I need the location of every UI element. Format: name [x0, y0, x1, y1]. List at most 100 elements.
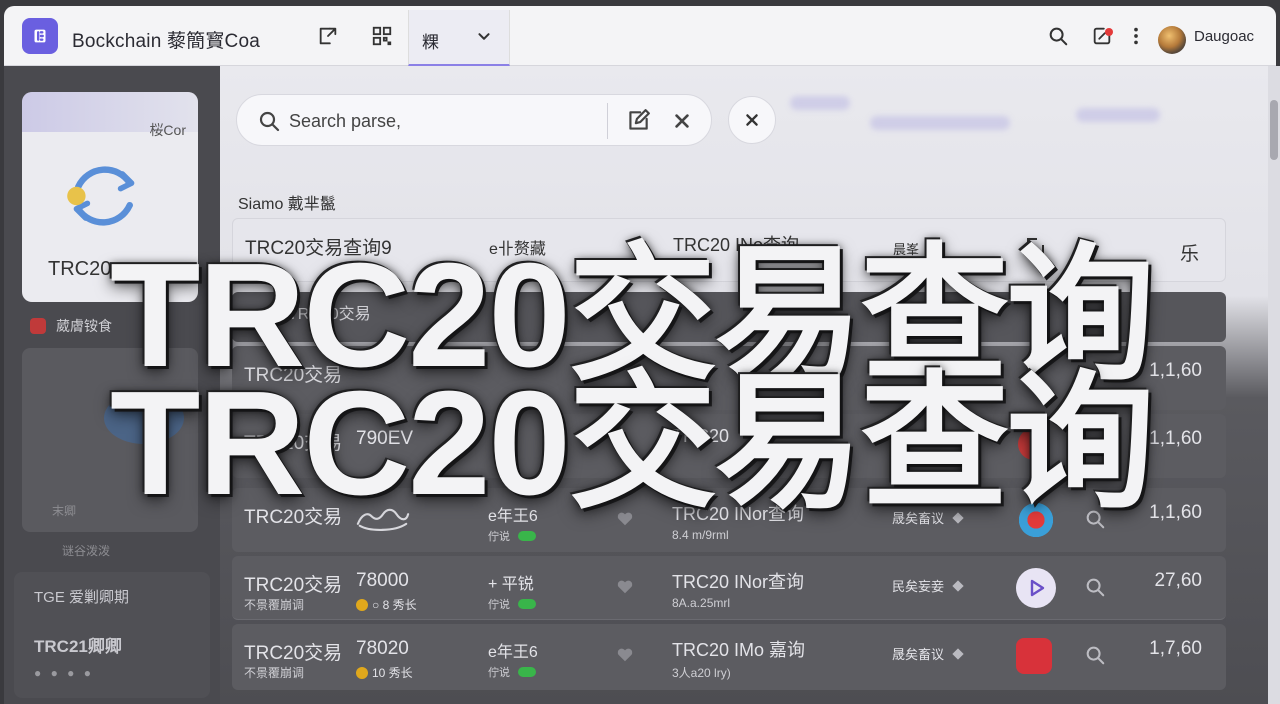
app-icon[interactable]: [1016, 500, 1056, 540]
row-label-text: 晟矣畜议: [892, 511, 945, 526]
app-icon[interactable]: [1016, 638, 1052, 674]
row-type: TRC20 INor查询: [672, 504, 805, 524]
row-hash: 8.4 m/9rml: [672, 528, 729, 542]
table-row[interactable]: TRC20交易查询9 e卝赘藏 TRC20 INo查询 晨峯 乐: [232, 218, 1226, 282]
bottom-card-subtitle: TRC21卿卿: [34, 637, 122, 656]
row-status: 佇说: [488, 528, 536, 544]
section-label: 葳膚铵食: [56, 318, 112, 334]
row-label: 晨峯: [893, 239, 919, 258]
clear-icon[interactable]: [669, 108, 695, 134]
coin-icon: [356, 598, 368, 611]
row-name: TRC20交易查询9: [245, 238, 392, 259]
row-fee: 10 秀长: [356, 664, 413, 681]
status-pill: [518, 667, 536, 677]
row-name: TRC20交易: [244, 575, 343, 596]
row-direction: + 平锐: [488, 576, 534, 593]
row-label-text: 民矣妄妾: [892, 579, 945, 594]
row-direction: e卝赘藏: [489, 241, 546, 258]
close-button[interactable]: [728, 96, 776, 144]
row-name: TRC20交易: [244, 365, 343, 386]
diamond-icon: [952, 511, 964, 524]
sparkline-icon: [356, 508, 410, 531]
search-icon[interactable]: [1084, 576, 1106, 598]
panel-caption: 谜谷泼泼: [62, 544, 111, 558]
card-tag: 桜Cor: [149, 122, 186, 138]
more-options-icon[interactable]: [1122, 22, 1150, 50]
row-label-text: 晟矣畜议: [892, 647, 945, 662]
table-row[interactable]: TRC20交易 1,1,60: [232, 346, 1226, 410]
scrollbar-thumb[interactable]: [1270, 100, 1278, 160]
user-name[interactable]: Daugoac: [1194, 28, 1254, 45]
row-name: TRC20交易: [244, 507, 343, 528]
row-subtitle: 不景覆崩调: [244, 666, 305, 680]
sidebar-token-card[interactable]: 桜Cor TRC20: [22, 92, 198, 302]
section-dot-icon: [30, 318, 46, 334]
row-name: TRC20交易: [244, 643, 343, 664]
scrollbar-track[interactable]: [1268, 66, 1280, 704]
diamond-icon: [952, 579, 964, 592]
row-hash: 8A.a.25mrl: [672, 596, 731, 610]
table-row[interactable]: TRC20交易 790EV TRC20 1,1,60: [232, 414, 1226, 478]
sidebar-bottom-card[interactable]: TGE 爱剿卿期 TRC21卿卿 ● ● ● ●: [14, 572, 210, 698]
tab-label: 粿: [422, 33, 439, 52]
table-row[interactable]: TRC20交易: [232, 292, 1226, 342]
app-logo-icon[interactable]: [22, 18, 58, 54]
sidebar-panel[interactable]: 末卿: [22, 348, 198, 532]
row-amount: 790EV: [356, 428, 414, 449]
coin-icon: [356, 666, 368, 679]
avatar[interactable]: [1158, 26, 1186, 54]
search-icon[interactable]: [1084, 644, 1106, 666]
edit-icon[interactable]: [1023, 235, 1047, 259]
notifications-icon[interactable]: [1088, 22, 1116, 50]
bottom-card-dots: ● ● ● ●: [34, 666, 94, 680]
favorite-icon[interactable]: [616, 510, 634, 526]
card-title: TRC20: [48, 258, 112, 280]
row-time: 27,60: [1154, 570, 1202, 591]
bottom-card-title: TGE 爱剿卿期: [34, 589, 130, 606]
play-glyph: [1030, 579, 1045, 597]
search-icon: [259, 111, 280, 132]
row-time: 1,1,60: [1149, 360, 1202, 381]
status-pill: [518, 599, 536, 609]
row-time: 1,1,60: [1149, 502, 1202, 523]
panel-graphic: [104, 392, 184, 444]
table-row[interactable]: TRC20交易 78000 不景覆崩调 ○ 8 秀长 + 平锐 佇说 TRC20…: [232, 556, 1226, 620]
share-icon[interactable]: [314, 22, 342, 50]
row-direction: e年王6: [488, 644, 538, 661]
row-name: TRC20交易: [244, 433, 343, 454]
app-icon[interactable]: [1018, 428, 1050, 460]
table-row[interactable]: TRC20交易 78020 不景覆崩调 10 秀长 e年王6 佇说 TRC20 …: [232, 624, 1226, 690]
status-pill: [518, 531, 536, 541]
search-bar[interactable]: [236, 94, 712, 146]
search-icon[interactable]: [1044, 22, 1072, 50]
notification-badge: [1105, 28, 1113, 36]
sidebar-section-header[interactable]: 葳膚铵食: [30, 316, 112, 336]
panel-footer: 末卿: [52, 504, 77, 518]
favorite-icon[interactable]: [616, 646, 634, 662]
favorite-icon[interactable]: [616, 578, 634, 594]
decor-band: [790, 96, 850, 110]
play-icon[interactable]: [1016, 568, 1056, 608]
row-amount: 78000: [356, 570, 409, 591]
row-fee: ○ 8 秀长: [356, 596, 417, 613]
row-hash: 3人a20 lry): [672, 666, 731, 680]
row-status-text: 佇说: [488, 599, 510, 611]
row-fee-text: ○ 8 秀长: [372, 598, 417, 612]
table-row[interactable]: TRC20交易 e年王6 佇说 TRC20 INor查询 8.4 m/9rml …: [232, 488, 1226, 552]
chevron-down-icon[interactable]: [470, 22, 498, 50]
edit-icon[interactable]: [625, 108, 651, 134]
close-icon: [746, 114, 758, 126]
search-icon[interactable]: [1084, 508, 1106, 530]
section-title: Siamo 戴芈鬣: [238, 196, 336, 213]
qr-code-icon[interactable]: [368, 22, 396, 50]
app-title: Bockchain 藜簡寳Coa: [72, 31, 260, 52]
row-time: 乐: [1179, 244, 1199, 265]
row-direction: e年王6: [488, 508, 538, 525]
row-label: 民矣妄妾: [892, 576, 964, 595]
app-header: Bockchain 藜簡寳Coa 粿 Daugoac: [4, 6, 1276, 66]
row-label: 晟矣畜议: [892, 508, 964, 527]
diamond-icon: [952, 647, 964, 660]
search-divider: [607, 103, 608, 139]
search-input[interactable]: [289, 107, 589, 135]
decor-band: [1076, 108, 1160, 122]
